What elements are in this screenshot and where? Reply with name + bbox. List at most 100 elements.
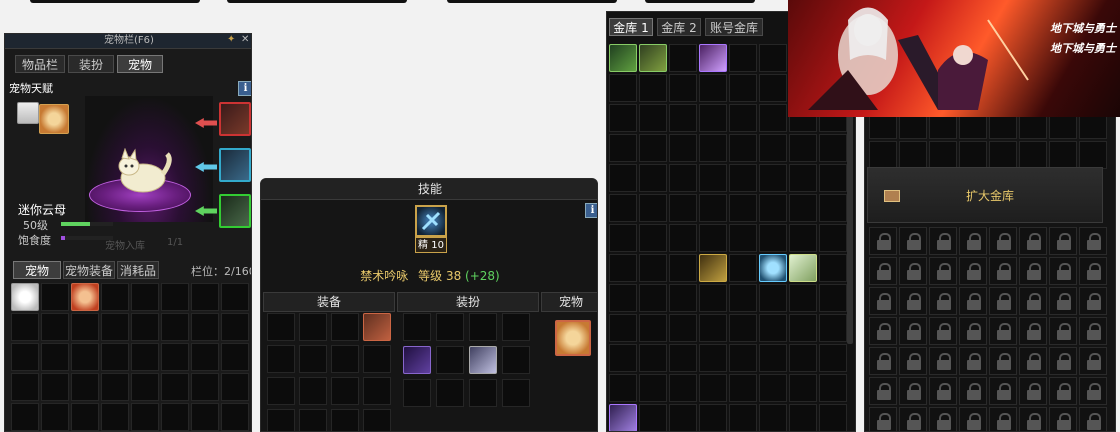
inventory-slot[interactable] bbox=[41, 403, 69, 431]
inventory-slot[interactable] bbox=[789, 194, 817, 222]
inventory-slot[interactable] bbox=[41, 343, 69, 371]
inventory-slot[interactable] bbox=[729, 344, 757, 372]
inventory-slot[interactable] bbox=[669, 164, 697, 192]
inventory-slot[interactable] bbox=[11, 403, 39, 431]
inventory-slot[interactable] bbox=[639, 254, 667, 282]
inventory-slot[interactable] bbox=[131, 373, 159, 401]
inventory-slot[interactable] bbox=[101, 313, 129, 341]
inventory-slot[interactable] bbox=[502, 313, 530, 341]
inventory-slot[interactable] bbox=[729, 284, 757, 312]
inventory-slot[interactable] bbox=[759, 404, 787, 431]
inventory-slot[interactable] bbox=[899, 141, 927, 169]
inventory-slot[interactable] bbox=[331, 409, 359, 431]
inventory-slot[interactable] bbox=[759, 104, 787, 132]
inventory-slot[interactable] bbox=[71, 343, 99, 371]
inventory-slot[interactable] bbox=[729, 314, 757, 342]
inventory-slot[interactable] bbox=[609, 374, 637, 402]
pet-equip-slot-red[interactable] bbox=[219, 102, 251, 136]
inventory-slot[interactable] bbox=[299, 313, 327, 341]
inventory-slot[interactable] bbox=[161, 403, 189, 431]
inventory-slot[interactable] bbox=[71, 373, 99, 401]
inventory-slot[interactable] bbox=[699, 194, 727, 222]
inventory-slot[interactable] bbox=[669, 314, 697, 342]
tab-pet[interactable]: 宠物 bbox=[117, 55, 163, 73]
inventory-slot[interactable] bbox=[639, 134, 667, 162]
inventory-slot[interactable] bbox=[639, 374, 667, 402]
inventory-slot[interactable] bbox=[436, 346, 464, 374]
inventory-slot[interactable] bbox=[819, 134, 847, 162]
inventory-slot[interactable] bbox=[669, 374, 697, 402]
inventory-slot[interactable] bbox=[819, 374, 847, 402]
inventory-slot[interactable] bbox=[669, 44, 697, 72]
vault-item-green2-icon[interactable] bbox=[639, 44, 667, 72]
inventory-slot[interactable] bbox=[331, 377, 359, 405]
inventory-slot[interactable] bbox=[363, 409, 391, 431]
inventory-slot[interactable] bbox=[759, 134, 787, 162]
inventory-slot[interactable] bbox=[789, 134, 817, 162]
pet-item-red-icon[interactable] bbox=[71, 283, 99, 311]
inventory-slot[interactable] bbox=[131, 343, 159, 371]
vault-item-violet-icon[interactable] bbox=[609, 404, 637, 431]
inventory-slot[interactable] bbox=[161, 373, 189, 401]
pet-face-icon[interactable] bbox=[17, 102, 39, 124]
close-icon[interactable]: ✕ bbox=[241, 34, 249, 45]
inventory-slot[interactable] bbox=[191, 313, 219, 341]
inventory-slot[interactable] bbox=[299, 377, 327, 405]
avatar-item-purple-icon[interactable] bbox=[403, 346, 431, 374]
inventory-slot[interactable] bbox=[502, 379, 530, 407]
inventory-slot[interactable] bbox=[639, 194, 667, 222]
tab-vault-2[interactable]: 金库 2 bbox=[657, 18, 701, 36]
inventory-slot[interactable] bbox=[759, 314, 787, 342]
inventory-slot[interactable] bbox=[669, 254, 697, 282]
inventory-slot[interactable] bbox=[789, 164, 817, 192]
inventory-slot[interactable] bbox=[869, 141, 897, 169]
inventory-slot[interactable] bbox=[699, 374, 727, 402]
inventory-slot[interactable] bbox=[267, 377, 295, 405]
tab-vault-1[interactable]: 金库 1 bbox=[609, 18, 653, 36]
inventory-slot[interactable] bbox=[639, 164, 667, 192]
inventory-slot[interactable] bbox=[669, 74, 697, 102]
inventory-slot[interactable] bbox=[699, 134, 727, 162]
inventory-slot[interactable] bbox=[609, 74, 637, 102]
vault-item-gold-icon[interactable] bbox=[699, 254, 727, 282]
inventory-slot[interactable] bbox=[759, 194, 787, 222]
inventory-slot[interactable] bbox=[789, 404, 817, 431]
inventory-slot[interactable] bbox=[191, 343, 219, 371]
inventory-slot[interactable] bbox=[436, 379, 464, 407]
inventory-slot[interactable] bbox=[221, 373, 249, 401]
inventory-slot[interactable] bbox=[1019, 141, 1047, 169]
inventory-slot[interactable] bbox=[609, 314, 637, 342]
inventory-slot[interactable] bbox=[729, 374, 757, 402]
inventory-slot[interactable] bbox=[331, 313, 359, 341]
inventory-slot[interactable] bbox=[819, 314, 847, 342]
inventory-slot[interactable] bbox=[759, 44, 787, 72]
inventory-slot[interactable] bbox=[363, 345, 391, 373]
inventory-slot[interactable] bbox=[221, 313, 249, 341]
inventory-slot[interactable] bbox=[639, 314, 667, 342]
inventory-slot[interactable] bbox=[131, 283, 159, 311]
pet-portrait-icon[interactable] bbox=[39, 104, 69, 134]
inventory-slot[interactable] bbox=[789, 224, 817, 252]
inventory-slot[interactable] bbox=[639, 224, 667, 252]
tab-consumables[interactable]: 消耗品 bbox=[117, 261, 159, 279]
inventory-slot[interactable] bbox=[299, 409, 327, 431]
inventory-slot[interactable] bbox=[101, 343, 129, 371]
inventory-slot[interactable] bbox=[609, 104, 637, 132]
inventory-slot[interactable] bbox=[729, 194, 757, 222]
inventory-slot[interactable] bbox=[221, 343, 249, 371]
inventory-slot[interactable] bbox=[669, 104, 697, 132]
inventory-slot[interactable] bbox=[71, 403, 99, 431]
pet-item-white-icon[interactable] bbox=[11, 283, 39, 311]
vault-item-green-icon[interactable] bbox=[609, 44, 637, 72]
inventory-slot[interactable] bbox=[161, 283, 189, 311]
inventory-slot[interactable] bbox=[759, 224, 787, 252]
inventory-slot[interactable] bbox=[819, 284, 847, 312]
inventory-slot[interactable] bbox=[403, 379, 431, 407]
inventory-slot[interactable] bbox=[191, 373, 219, 401]
vault-item-light-icon[interactable] bbox=[789, 254, 817, 282]
inventory-slot[interactable] bbox=[1049, 141, 1077, 169]
skill-icon[interactable] bbox=[415, 205, 447, 237]
inventory-slot[interactable] bbox=[11, 373, 39, 401]
inventory-slot[interactable] bbox=[959, 141, 987, 169]
inventory-slot[interactable] bbox=[267, 313, 295, 341]
